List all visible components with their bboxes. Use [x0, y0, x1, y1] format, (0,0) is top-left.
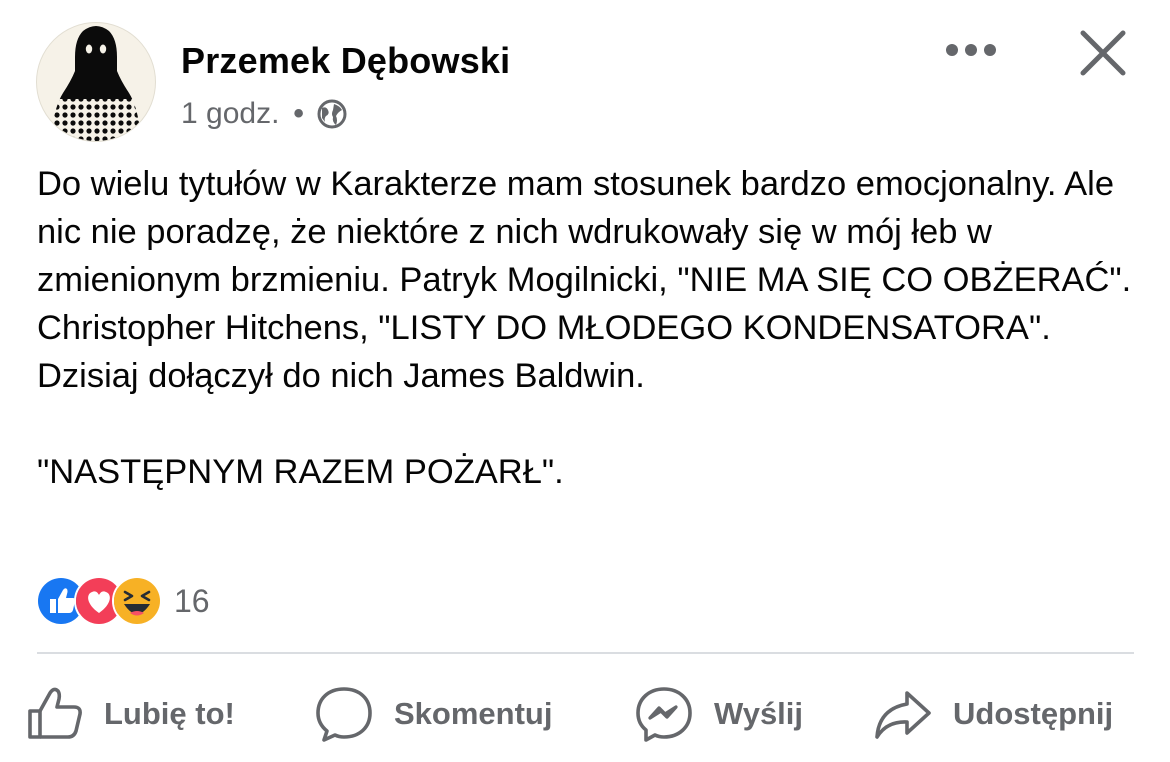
- ellipsis-icon: [946, 44, 996, 56]
- close-button[interactable]: [1072, 22, 1134, 84]
- globe-icon: [316, 98, 348, 130]
- comment-button[interactable]: Skomentuj: [314, 676, 552, 752]
- author-name[interactable]: Przemek Dębowski: [181, 40, 510, 82]
- author-avatar[interactable]: [36, 22, 156, 142]
- reactions-summary[interactable]: 16: [36, 576, 210, 626]
- close-icon: [1080, 30, 1126, 76]
- share-label: Udostępnij: [953, 696, 1114, 731]
- thumbs-up-icon: [28, 687, 82, 739]
- like-label: Lubię to!: [104, 696, 235, 731]
- post-paragraph-2: "NASTĘPNYM RAZEM POŻARŁ".: [37, 453, 564, 491]
- divider: [37, 652, 1134, 654]
- post-meta: 1 godz. •: [181, 97, 348, 131]
- haha-reaction-icon: [112, 576, 162, 626]
- share-arrow-icon: [875, 691, 931, 739]
- action-bar: Lubię to! Skomentuj Wyślij Udostępnij: [0, 676, 1170, 752]
- comment-label: Skomentuj: [394, 696, 553, 731]
- messenger-icon: [636, 687, 692, 742]
- post-timestamp[interactable]: 1 godz.: [181, 97, 279, 131]
- post-paragraph-1: Do wielu tytułów w Karakterze mam stosun…: [37, 165, 1132, 395]
- send-button[interactable]: Wyślij: [634, 676, 803, 752]
- send-label: Wyślij: [714, 696, 804, 731]
- meta-separator: •: [293, 97, 304, 130]
- ghost-avatar-image: [51, 26, 141, 141]
- more-options-button[interactable]: [940, 30, 1002, 70]
- post-text: Do wielu tytułów w Karakterze mam stosun…: [37, 160, 1137, 496]
- facebook-post: Przemek Dębowski 1 godz. • Do wielu tytu…: [0, 0, 1170, 762]
- like-button[interactable]: Lubię to!: [26, 676, 235, 752]
- reaction-count[interactable]: 16: [174, 583, 210, 620]
- share-button[interactable]: Udostępnij: [873, 676, 1113, 752]
- comment-icon: [316, 687, 372, 742]
